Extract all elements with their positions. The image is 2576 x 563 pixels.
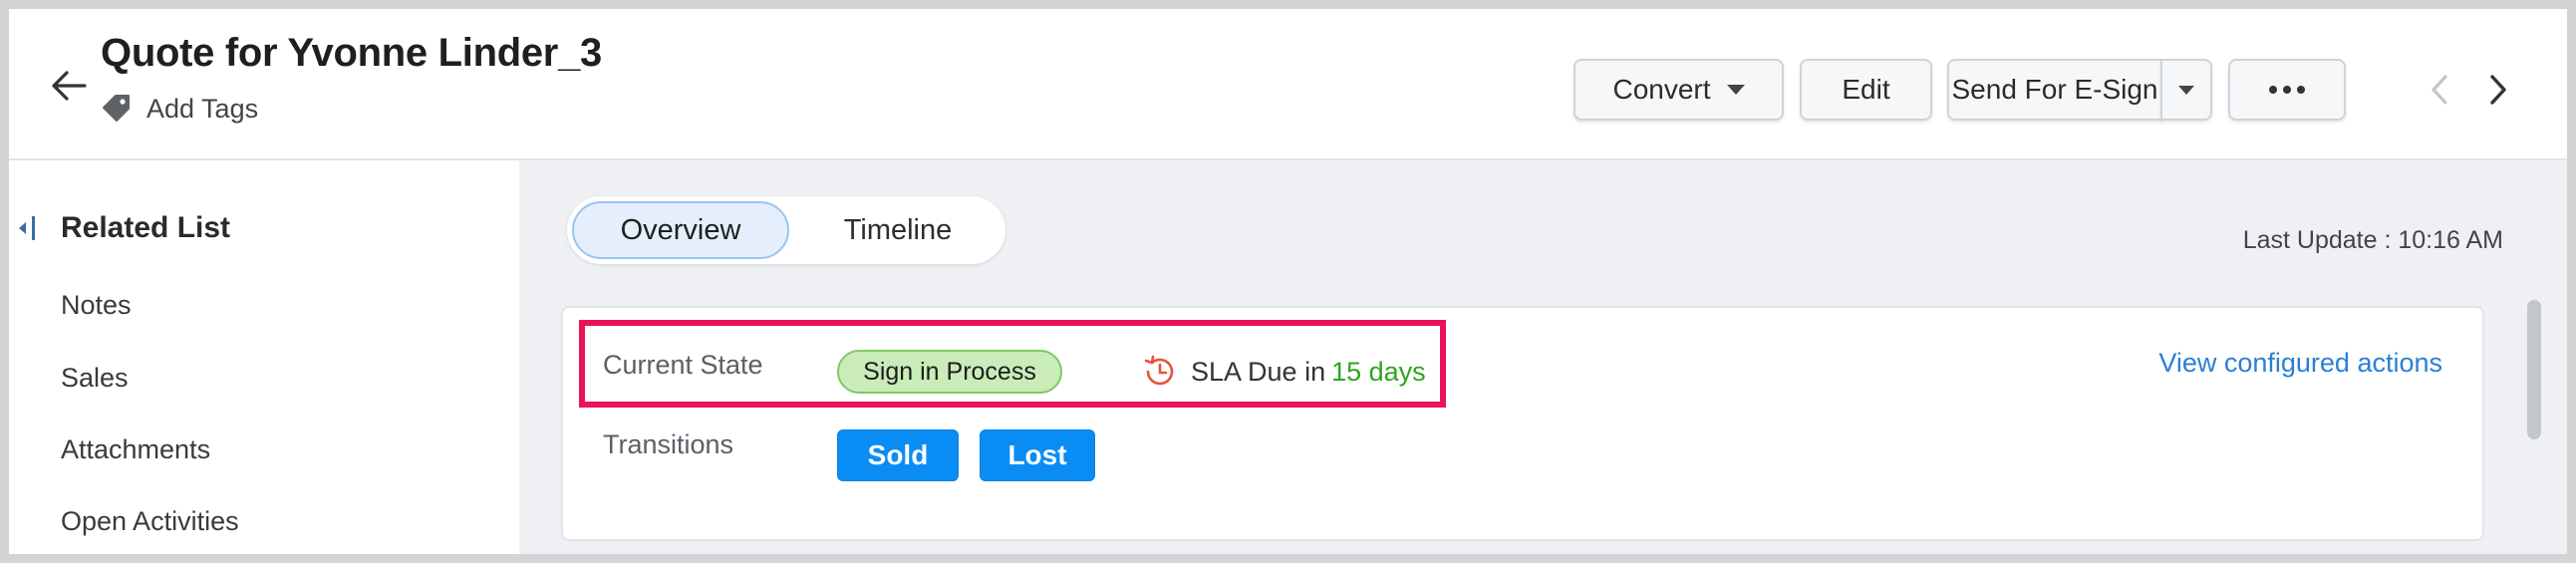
record-header: Quote for Yvonne Linder_3 Add Tags Conve… <box>9 9 2567 160</box>
convert-button[interactable]: Convert <box>1574 59 1784 121</box>
related-list-title: Related List <box>61 211 231 244</box>
status-badge: Sign in Process <box>837 350 1062 394</box>
sla-prefix: SLA Due in <box>1191 356 1326 387</box>
tab-overview[interactable]: Overview <box>572 201 789 259</box>
arrow-left-icon <box>52 71 87 101</box>
more-actions-button[interactable] <box>2228 59 2346 121</box>
edit-button[interactable]: Edit <box>1800 59 1932 121</box>
sidebar-item-attachments[interactable]: Attachments <box>61 434 210 465</box>
caret-down-icon <box>2178 85 2194 95</box>
chevron-left-icon <box>2432 75 2447 105</box>
sla-due-info: SLA Due in 15 days <box>1141 348 1426 396</box>
tag-icon <box>103 95 130 122</box>
vertical-scrollbar[interactable] <box>2524 292 2544 554</box>
add-tags-label: Add Tags <box>146 93 259 124</box>
send-for-esign-label: Send For E-Sign <box>1951 74 2158 105</box>
view-tabs: Overview Timeline <box>567 196 1005 264</box>
caret-down-icon <box>1726 85 1745 95</box>
current-state-label: Current State <box>603 350 763 380</box>
blueprint-card: Current State Sign in Process SLA Due in… <box>561 306 2484 541</box>
scrollbar-thumb[interactable] <box>2527 300 2541 439</box>
tab-timeline[interactable]: Timeline <box>798 201 998 259</box>
last-update-text: Last Update : 10:16 AM <box>2242 226 2503 254</box>
view-configured-actions-link[interactable]: View configured actions <box>2158 348 2442 379</box>
chevron-right-icon <box>2490 75 2506 105</box>
transitions-label: Transitions <box>603 429 734 459</box>
add-tags-link[interactable]: Add Tags <box>101 91 258 127</box>
clock-history-icon <box>1144 355 1174 386</box>
sold-button[interactable]: Sold <box>837 429 959 481</box>
send-for-esign-button[interactable]: Send For E-Sign <box>1947 59 2162 121</box>
send-for-esign-dropdown[interactable] <box>2160 59 2212 121</box>
sla-days: 15 days <box>1331 356 1426 387</box>
more-dots-icon <box>2269 86 2305 94</box>
page-title: Quote for Yvonne Linder_3 <box>101 31 602 75</box>
sidebar-item-notes[interactable]: Notes <box>61 290 132 321</box>
related-list-header[interactable]: Related List <box>9 208 519 248</box>
lost-button[interactable]: Lost <box>980 429 1095 481</box>
next-record-button[interactable] <box>2477 67 2517 113</box>
collapse-sidebar-icon <box>19 216 35 240</box>
previous-record-button[interactable] <box>2421 67 2460 113</box>
convert-button-label: Convert <box>1612 74 1711 105</box>
main-content: Overview Timeline Last Update : 10:16 AM… <box>519 160 2567 554</box>
related-list-sidebar: Related List Notes Sales Attachments Ope… <box>9 160 519 554</box>
sidebar-item-sales[interactable]: Sales <box>61 363 129 394</box>
sidebar-item-open-activities[interactable]: Open Activities <box>61 506 239 537</box>
back-button[interactable] <box>45 61 95 111</box>
app-window: Quote for Yvonne Linder_3 Add Tags Conve… <box>9 9 2567 554</box>
edit-button-label: Edit <box>1842 74 1890 105</box>
